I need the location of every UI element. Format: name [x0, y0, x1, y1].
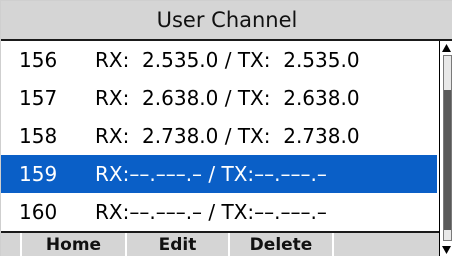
channel-frequencies: RX: 2.738.0 / TX: 2.738.0 — [95, 124, 360, 148]
channel-frequencies: RX: 2.535.0 / TX: 2.535.0 — [95, 48, 360, 72]
scrollbar[interactable] — [439, 41, 452, 256]
channel-row-157[interactable]: 157 RX: 2.638.0 / TX: 2.638.0 — [1, 79, 437, 117]
channel-frequencies: RX:––.–––.– / TX:––.–––.– — [95, 162, 327, 186]
channel-number: 160 — [19, 200, 58, 224]
user-channel-screen: User Channel 156 RX: 2.535.0 / TX: 2.535… — [0, 0, 452, 256]
channel-row-156[interactable]: 156 RX: 2.535.0 / TX: 2.535.0 — [1, 41, 437, 79]
softkey-blank-left — [1, 233, 22, 256]
channel-row-158[interactable]: 158 RX: 2.738.0 / TX: 2.738.0 — [1, 117, 437, 155]
channel-frequencies: RX:––.–––.– / TX:––.–––.– — [95, 200, 327, 224]
softkey-bar: Home Edit Delete — [1, 231, 439, 256]
triangle-down-icon[interactable] — [441, 244, 452, 256]
channel-row-160[interactable]: 160 RX:––.–––.– / TX:––.–––.– — [1, 193, 437, 231]
title-bar: User Channel — [1, 1, 452, 41]
home-softkey[interactable]: Home — [22, 233, 127, 256]
channel-number: 159 — [19, 162, 58, 186]
channel-list: 156 RX: 2.535.0 / TX: 2.535.0 157 RX: 2.… — [1, 41, 437, 231]
softkey-blank-right — [334, 233, 439, 256]
triangle-up-icon[interactable] — [441, 42, 452, 54]
screen-title: User Channel — [156, 8, 298, 32]
edit-softkey[interactable]: Edit — [127, 233, 230, 256]
delete-softkey[interactable]: Delete — [230, 233, 334, 256]
channel-row-159-selected[interactable]: 159 RX:––.–––.– / TX:––.–––.– — [1, 155, 437, 193]
channel-number: 157 — [19, 86, 58, 110]
channel-frequencies: RX: 2.638.0 / TX: 2.638.0 — [95, 86, 360, 110]
scroll-track[interactable] — [443, 55, 452, 241]
scroll-thumb[interactable] — [444, 90, 451, 230]
channel-number: 156 — [19, 48, 58, 72]
channel-number: 158 — [19, 124, 58, 148]
